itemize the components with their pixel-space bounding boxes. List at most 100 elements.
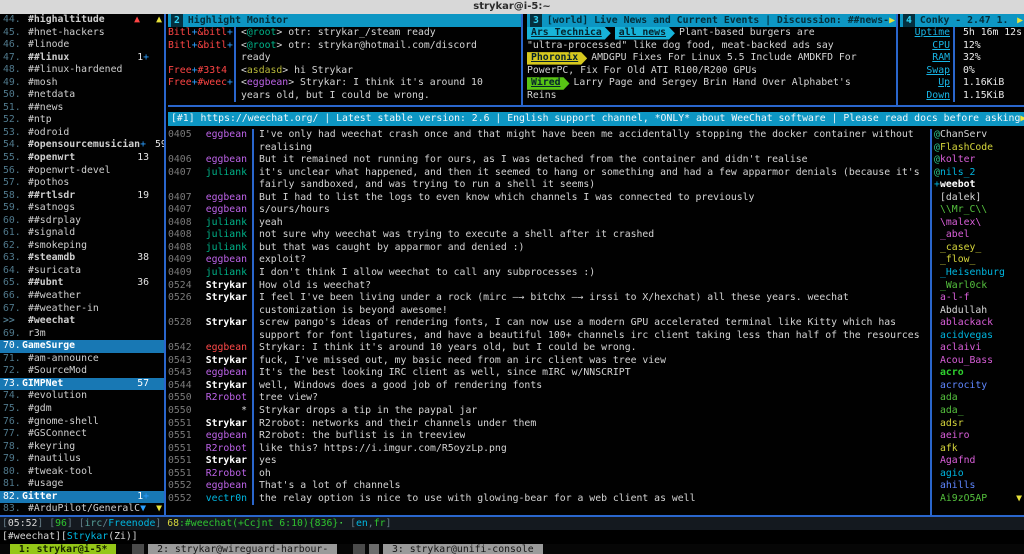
- nicklist-item[interactable]: Ai9zO5AP ▼: [934, 493, 1024, 506]
- buffer-list-item[interactable]: 78. #keyring: [0, 441, 164, 454]
- nicklist-item[interactable]: acrocity: [934, 380, 1024, 393]
- timestamp: 0408: [168, 217, 193, 230]
- buffer-list-item[interactable]: 65. ##ubnt 36: [0, 277, 164, 290]
- stat-value: 1.16KiB: [955, 77, 1004, 90]
- stat-row: RAM 32%: [900, 52, 1024, 65]
- nicklist-item[interactable]: [dalek]: [934, 192, 1024, 205]
- buffer-list-item[interactable]: 55. #openwrt 13: [0, 152, 164, 165]
- nicklist-item[interactable]: adsr: [934, 418, 1024, 431]
- buffer-list-item[interactable]: 46. #linode: [0, 39, 164, 52]
- chat-message-row: 0543 eggbean It's the best looking IRC c…: [168, 367, 930, 380]
- tmux-window-tab[interactable]: 3: strykar@unifi-console: [383, 544, 542, 554]
- message-text: otr: strykar@hotmail.com/discord: [288, 40, 477, 51]
- buffer-number: 50.: [0, 89, 22, 102]
- buffer-list-item[interactable]: 45. #hnet-hackers: [0, 27, 164, 40]
- buffer-list-item[interactable]: 71. #am-announce: [0, 353, 164, 366]
- tmux-window-tab[interactable]: 2: strykar@wireguard-harbour-: [148, 544, 337, 554]
- buffer-list-item[interactable]: 77. #GSConnect: [0, 428, 164, 441]
- buffer-list-item[interactable]: 79. #nautilus: [0, 453, 164, 466]
- news-titlebar: 3 [world] Live News and Current Events |…: [527, 14, 896, 27]
- buffer-list-item[interactable]: 72. #SourceMod: [0, 365, 164, 378]
- buffer-list-item[interactable]: 47. ##linux 1 +: [0, 52, 164, 65]
- nicklist-item[interactable]: Acou_Bass: [934, 355, 1024, 368]
- buffer-list-item[interactable]: 56. #openwrt-devel: [0, 165, 164, 178]
- buffer-list-item[interactable]: 49. #mosh: [0, 77, 164, 90]
- buffer-list-item[interactable]: 51. ##news: [0, 102, 164, 115]
- nicklist-item[interactable]: acro: [934, 367, 1024, 380]
- nicklist-item[interactable]: ada_: [934, 405, 1024, 418]
- buffer-list-item[interactable]: 64. #suricata: [0, 265, 164, 278]
- buffer-list-item[interactable]: 66. ##weather: [0, 290, 164, 303]
- nicklist-item[interactable]: aclaivi: [934, 342, 1024, 355]
- tmux-window-tab[interactable]: [369, 544, 379, 554]
- buffer-list-item[interactable]: 50. #netdata: [0, 89, 164, 102]
- buffer-list-item[interactable]: 59. #satnogs: [0, 202, 164, 215]
- nicklist-item[interactable]: + weebot: [934, 179, 1024, 192]
- buffer-list-item[interactable]: 73. GIMPNet 57: [0, 378, 164, 391]
- nicklist-item[interactable]: ahills: [934, 480, 1024, 493]
- nick: eggbean: [193, 342, 247, 355]
- buffer-list-item[interactable]: 44. #highaltitude ▲ ▲: [0, 14, 164, 27]
- buffer-list-item[interactable]: 60. ##sdrplay: [0, 215, 164, 228]
- nicklist-item[interactable]: ada: [934, 392, 1024, 405]
- buffer-list-item[interactable]: 53. #odroid: [0, 127, 164, 140]
- nicklist-item[interactable]: _abel: [934, 229, 1024, 242]
- buffer-list-item[interactable]: 74. #evolution: [0, 390, 164, 403]
- buffer-list-item[interactable]: 48. ##linux-hardened: [0, 64, 164, 77]
- nicklist-item[interactable]: _Heisenburg: [934, 267, 1024, 280]
- headline-text: Plant-based burgers are: [679, 27, 815, 38]
- buffer-list-item[interactable]: 52. #ntp: [0, 114, 164, 127]
- nicklist-item[interactable]: Abdullah: [934, 305, 1024, 318]
- nick: [193, 142, 247, 155]
- nicklist-item[interactable]: @ ChanServ: [934, 129, 1024, 142]
- buffer-list-item[interactable]: 67. ##weather-in: [0, 303, 164, 316]
- headline-text: Larry Page and Sergey Brin Hand Over Alp…: [574, 77, 851, 88]
- buffer-list-item[interactable]: 83. #ArduPilot/GeneralC ▼ ▼: [0, 503, 164, 516]
- chat-message-row: 0552 eggbean That's a lot of channels: [168, 480, 930, 493]
- nicklist-item[interactable]: Agafnd: [934, 455, 1024, 468]
- channel-topic-bar: [#1] https://weechat.org/ | Latest stabl…: [168, 112, 1024, 126]
- buffer-list-item[interactable]: 58. ##rtlsdr 19: [0, 190, 164, 203]
- tmux-status-bar: 1: strykar@i-5* 2: strykar@wireguard-har…: [0, 544, 1024, 554]
- buffer-list-item[interactable]: 54. #opensourcemusician + 59: [0, 139, 164, 152]
- input-bar[interactable]: [#weechat][Strykar(Zi)]: [0, 530, 1024, 544]
- nicklist-item[interactable]: \\Mr_C\\: [934, 204, 1024, 217]
- chat-message-row: 0551 R2robot oh: [168, 468, 930, 481]
- buffer-number: 73.: [0, 378, 22, 391]
- buffer-list-item[interactable]: >> #weechat: [0, 315, 164, 328]
- conky-pane: 4 Conky - 2.47 1. ▶ Uptime 5h 16m 12s CP…: [900, 14, 1024, 105]
- buffer-list-item[interactable]: 63. #steamdb 38: [0, 252, 164, 265]
- buffer-list-item[interactable]: 57. #pothos: [0, 177, 164, 190]
- news-source-badge: Wired: [527, 77, 570, 90]
- buffer-list-item[interactable]: 70. GameSurge: [0, 340, 164, 353]
- tmux-window-tab[interactable]: 1: strykar@i-5*: [10, 544, 116, 554]
- buffer-list-item[interactable]: 62. #smokeping: [0, 240, 164, 253]
- nicklist-item[interactable]: ablackack: [934, 317, 1024, 330]
- buffer-list-item[interactable]: 75. #gdm: [0, 403, 164, 416]
- buffer-list-item[interactable]: 80. #tweak-tool: [0, 466, 164, 479]
- buffer-list-item[interactable]: 82. Gitter 1 +: [0, 491, 164, 504]
- nicklist-item[interactable]: \malex\: [934, 217, 1024, 230]
- nicklist-item[interactable]: _flow_: [934, 254, 1024, 267]
- nicklist-item[interactable]: afk: [934, 443, 1024, 456]
- nicklist-item[interactable]: acidvegas: [934, 330, 1024, 343]
- buffer-list-item[interactable]: 81. #usage: [0, 478, 164, 491]
- chat-message-row: 0407 eggbean s/ours/hours: [168, 204, 930, 217]
- sidebar-separator: [164, 14, 166, 516]
- buffer-list-item[interactable]: 69. r3m: [0, 328, 164, 341]
- buffer-list-item[interactable]: 61. #signald: [0, 227, 164, 240]
- nicklist-item[interactable]: agio: [934, 468, 1024, 481]
- timestamp: 0551: [168, 430, 193, 443]
- nicklist-item[interactable]: _casey_: [934, 242, 1024, 255]
- nicklist-item[interactable]: _Warl0ck: [934, 280, 1024, 293]
- chat-message-row: 0408 juliank not sure why weechat was tr…: [168, 229, 930, 242]
- tmux-window-tab[interactable]: [353, 544, 365, 554]
- nick: agio: [940, 468, 964, 481]
- buffer-list-item[interactable]: 76. #gnome-shell: [0, 416, 164, 429]
- tmux-window-tab[interactable]: [132, 544, 144, 554]
- nicklist-item[interactable]: @ nils_2: [934, 167, 1024, 180]
- nicklist-item[interactable]: @ kolter: [934, 154, 1024, 167]
- nicklist-item[interactable]: @ FlashCode: [934, 142, 1024, 155]
- nicklist-item[interactable]: a-l-f: [934, 292, 1024, 305]
- nicklist-item[interactable]: aeiro: [934, 430, 1024, 443]
